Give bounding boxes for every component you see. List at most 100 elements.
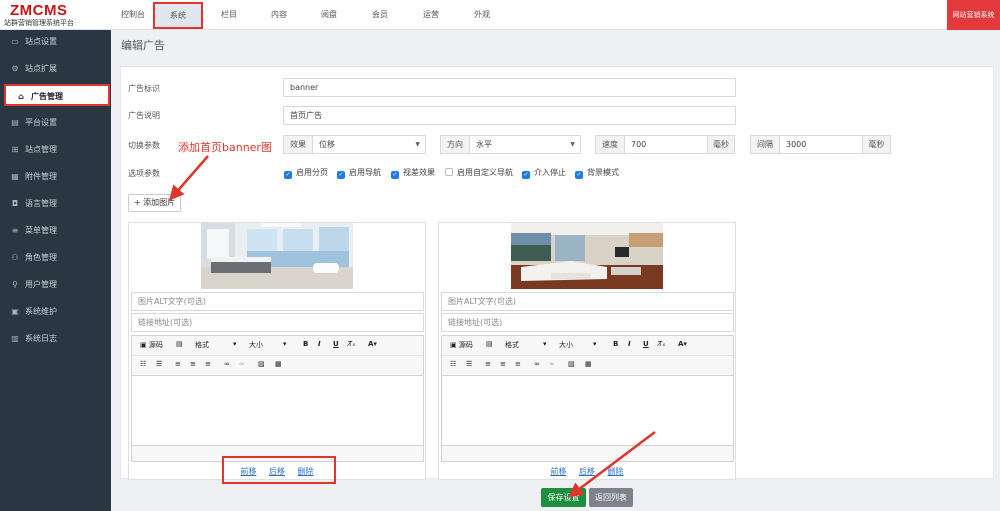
editor-content-area[interactable] [132,377,423,445]
option-background-mode[interactable]: ✓ 背景模式 [575,167,619,179]
nav-review[interactable]: 阅盘 [308,0,350,30]
format-dropdown[interactable]: 格式 ▾ [505,340,553,350]
speed-unit: 毫秒 [707,135,735,154]
ad-desc-input[interactable]: 首页广告 [283,106,736,125]
option-pagination[interactable]: ✓ 启用分页 [284,167,328,179]
nav-dashboard[interactable]: 控制台 [111,0,155,30]
size-dropdown[interactable]: 大小 ▾ [249,340,293,350]
sidebar-item-label: 系统维护 [25,307,57,316]
align-left-icon[interactable]: ≡ [485,360,491,368]
annotation-text: 添加首页banner图 [178,141,272,154]
sidebar-item-roles[interactable]: ⚇ 角色管理 [0,247,111,269]
unlink-icon[interactable]: ∞ [549,360,555,368]
bulleted-list-icon[interactable]: ☰ [156,360,162,368]
add-image-button[interactable]: + 添加图片 [128,194,181,212]
source-button[interactable]: ▣ 源码 [450,340,473,350]
chevron-down-icon: ▾ [593,340,597,348]
delete-link[interactable]: 删除 [608,467,624,476]
text-color-icon[interactable]: A▾ [678,340,687,348]
banner-image-bathroom[interactable] [201,223,353,289]
sidebar-item-attachments[interactable]: ▦ 附件管理 [0,166,111,188]
remove-format-icon[interactable]: T̸ₓ [658,340,665,348]
banner-image-livingroom[interactable] [511,223,663,289]
direction-value: 水平 [476,140,492,149]
move-back-link[interactable]: 后移 [579,467,595,476]
ad-id-input[interactable]: banner [283,78,736,97]
unlink-icon[interactable]: ∞ [239,360,245,368]
nav-system[interactable]: 系统 [153,2,203,29]
template-icon[interactable]: ▤ [486,340,493,348]
align-center-icon[interactable]: ≡ [190,360,196,368]
underline-icon[interactable]: U [643,340,649,348]
option-custom-navigation[interactable]: 启用自定义导航 [445,167,513,178]
sidebar-item-site-settings[interactable]: ▭ 站点设置 [0,31,111,53]
ad-icon: ⌂ [18,92,24,101]
link-icon[interactable]: ∞ [224,360,230,368]
format-dropdown[interactable]: 格式 ▾ [195,340,243,350]
logo[interactable]: ZMCMS 站群营销管理系统平台 [0,0,111,30]
back-to-list-button[interactable]: 返回列表 [589,488,633,507]
sidebar-item-platform-settings[interactable]: ▤ 平台设置 [0,112,111,134]
sidebar-item-site-extensions[interactable]: ⚙ 站点扩展 [0,58,111,80]
align-left-icon[interactable]: ≡ [175,360,181,368]
option-navigation[interactable]: ✓ 启用导航 [337,167,381,179]
bold-icon[interactable]: B [613,340,618,348]
image-link-input[interactable]: 链接地址(可选) [131,313,424,332]
align-right-icon[interactable]: ≡ [205,360,211,368]
image-icon[interactable]: ▨ [568,360,575,368]
remove-format-icon[interactable]: T̸ₓ [348,340,355,348]
nav-operations[interactable]: 运营 [410,0,452,30]
sidebar-item-users[interactable]: ⚲ 用户管理 [0,274,111,296]
nav-columns[interactable]: 栏目 [208,0,250,30]
promo-button[interactable]: 网站营销系统 [947,0,1000,30]
editor-resize-bar[interactable] [442,445,733,461]
sidebar-item-menus[interactable]: ≡ 菜单管理 [0,220,111,242]
italic-icon[interactable]: I [628,340,631,348]
template-icon[interactable]: ▤ [176,340,183,348]
option-parallax[interactable]: ✓ 视差效果 [391,167,435,179]
sidebar-item-site-management[interactable]: ⊞ 站点管理 [0,139,111,161]
sidebar-item-label: 站点管理 [25,145,57,154]
move-forward-link[interactable]: 前移 [550,467,566,476]
sidebar-item-label: 角色管理 [25,253,57,262]
nav-appearance[interactable]: 外观 [461,0,503,30]
sidebar-item-label: 附件管理 [25,172,57,181]
align-center-icon[interactable]: ≡ [500,360,506,368]
gear-icon: ⚙ [11,64,19,73]
sidebar-item-ad-management[interactable]: ⌂ 广告管理 [4,84,110,106]
source-button[interactable]: ▣ 源码 [140,340,163,350]
bulleted-list-icon[interactable]: ☰ [466,360,472,368]
align-right-icon[interactable]: ≡ [515,360,521,368]
page-title: 编辑广告 [121,39,165,52]
nav-content[interactable]: 内容 [258,0,300,30]
sidebar-item-maintenance[interactable]: ▣ 系统维护 [0,301,111,323]
link-icon[interactable]: ∞ [534,360,540,368]
numbered-list-icon[interactable]: ☷ [450,360,456,368]
nav-members[interactable]: 会员 [359,0,401,30]
checkbox-checked-icon: ✓ [575,171,583,179]
table-icon[interactable]: ▦ [585,360,592,368]
text-color-icon[interactable]: A▾ [368,340,377,348]
table-icon[interactable]: ▦ [275,360,282,368]
speed-input[interactable]: 700 [624,135,708,154]
bold-icon[interactable]: B [303,340,308,348]
numbered-list-icon[interactable]: ☷ [140,360,146,368]
option-stop-on-interaction[interactable]: ✓ 介入停止 [522,167,566,179]
sidebar-item-logs[interactable]: ▥ 系统日志 [0,328,111,350]
size-dropdown[interactable]: 大小 ▾ [559,340,603,350]
direction-select[interactable]: 水平 ▼ [469,135,581,154]
underline-icon[interactable]: U [333,340,339,348]
image-link-input[interactable]: 链接地址(可选) [441,313,734,332]
roles-icon: ⚇ [11,253,19,262]
image-alt-input[interactable]: 图片ALT文字(可选) [441,292,734,311]
image-icon[interactable]: ▨ [258,360,265,368]
image-alt-input[interactable]: 图片ALT文字(可选) [131,292,424,311]
save-button[interactable]: 保存设置 [541,488,586,507]
database-icon: ▣ [11,307,19,316]
interval-input[interactable]: 3000 [779,135,863,154]
effect-select[interactable]: 位移 ▼ [312,135,426,154]
checkbox-unchecked-icon [445,168,453,176]
editor-content-area[interactable] [442,377,733,445]
sidebar-item-languages[interactable]: ◘ 语言管理 [0,193,111,215]
italic-icon[interactable]: I [318,340,321,348]
